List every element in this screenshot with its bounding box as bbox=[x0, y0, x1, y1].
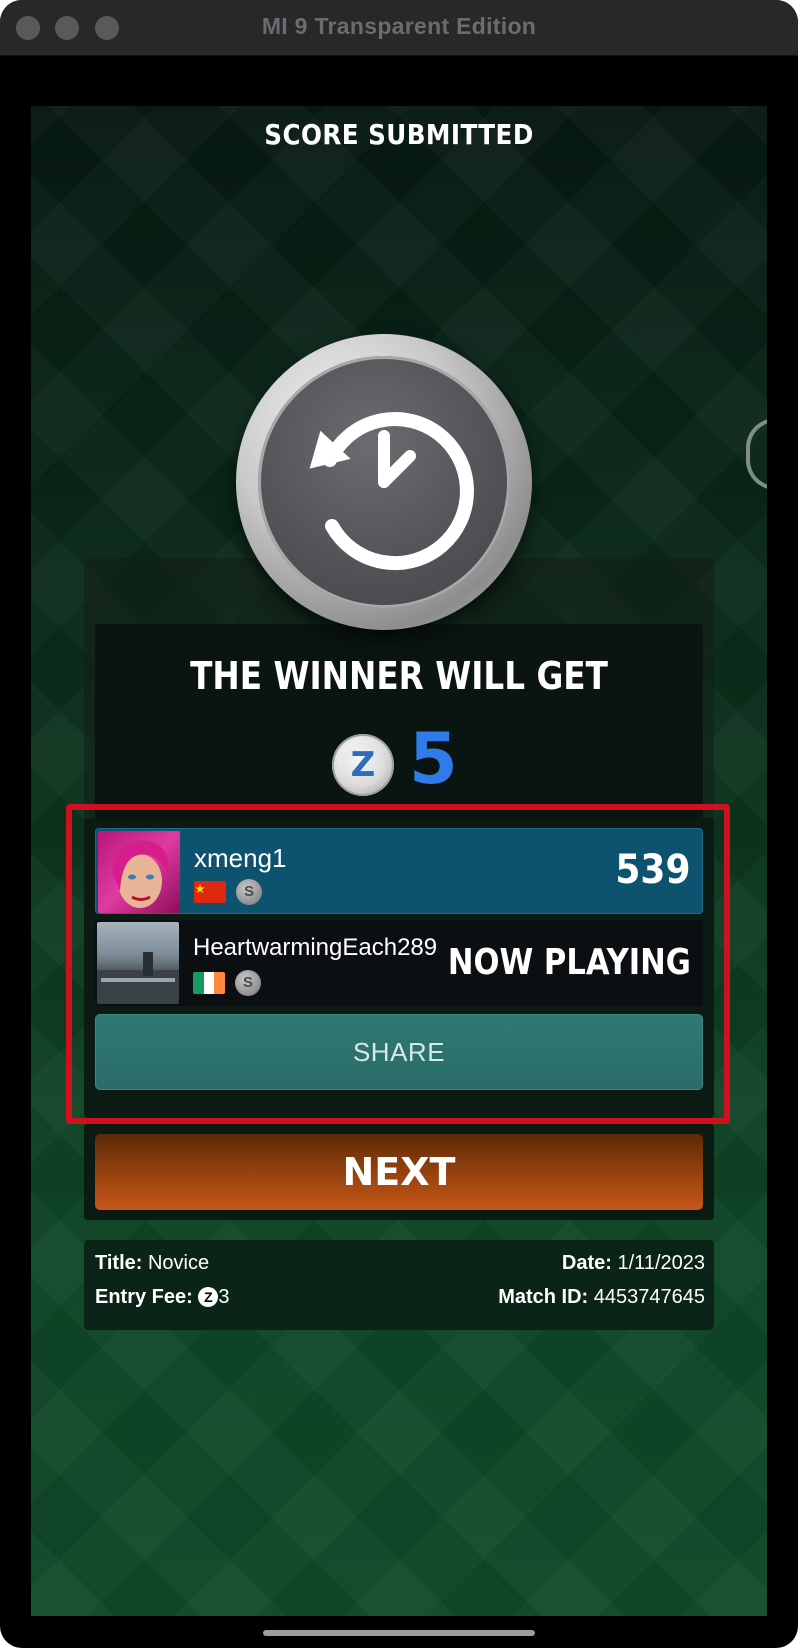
match-id-value: 4453747645 bbox=[593, 1286, 705, 1308]
clock-arrow-icon bbox=[309, 412, 474, 571]
highlight-annotation-frame bbox=[66, 804, 730, 1124]
z-coin-mini-icon: Z bbox=[198, 1287, 219, 1307]
title-bar: MI 9 Transparent Edition bbox=[0, 0, 798, 56]
match-date-info: Date: 1/11/2023 bbox=[562, 1252, 705, 1275]
winner-prize-label: THE WINNER WILL GET bbox=[190, 654, 608, 698]
side-arc-decoration bbox=[746, 418, 767, 490]
date-label: Date: bbox=[561, 1252, 612, 1274]
match-title-info: Title: Novice bbox=[95, 1252, 209, 1275]
match-id-label: Match ID: bbox=[498, 1286, 589, 1308]
entry-fee-value: 3 bbox=[218, 1286, 230, 1308]
title-value: Novice bbox=[147, 1252, 210, 1274]
window-title: MI 9 Transparent Edition bbox=[261, 13, 537, 39]
app-window: MI 9 Transparent Edition SCORE SUBMITTED… bbox=[0, 0, 798, 1648]
entry-fee-label: Entry Fee: bbox=[95, 1286, 193, 1308]
match-id-info: Match ID: 4453747645 bbox=[498, 1286, 705, 1309]
game-screen: SCORE SUBMITTED THE WINNER WILL GET Z 5 bbox=[31, 106, 767, 1616]
title-label: Title: bbox=[95, 1252, 143, 1274]
z-coin-symbol: Z bbox=[341, 743, 385, 787]
next-button[interactable]: NEXT bbox=[95, 1134, 703, 1210]
pending-clock-icon bbox=[236, 334, 532, 630]
home-indicator[interactable] bbox=[263, 1630, 535, 1636]
z-coin-icon: Z bbox=[332, 734, 394, 796]
page-title: SCORE SUBMITTED bbox=[264, 118, 534, 151]
date-value: 1/11/2023 bbox=[617, 1252, 706, 1274]
prize-amount: 5 bbox=[409, 718, 458, 800]
entry-fee-info: Entry Fee: Z3 bbox=[95, 1286, 230, 1309]
